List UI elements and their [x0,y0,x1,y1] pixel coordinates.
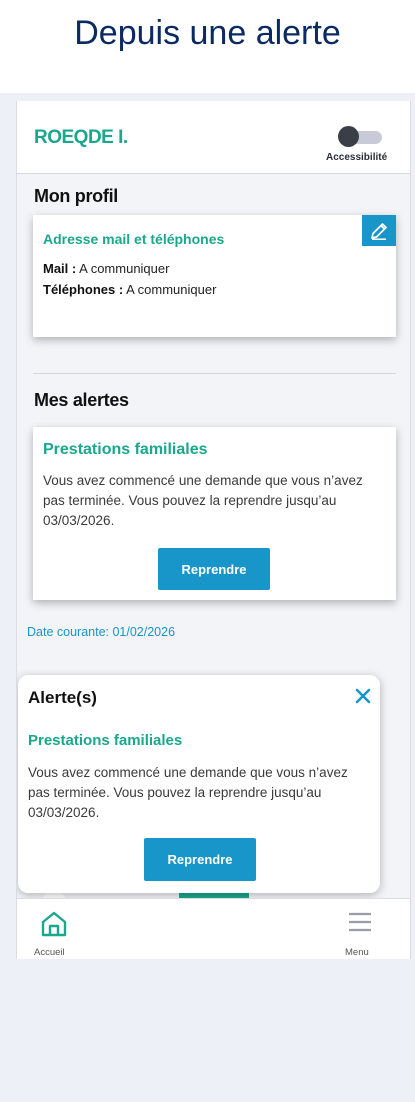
alert-text: Vous avez commencé une demande que vous … [43,473,363,528]
popup-resume-button[interactable]: Reprendre [144,838,256,881]
app-header: ROEQDE I. Accessibilité [17,101,410,174]
edit-profile-button[interactable] [362,215,396,246]
popup-title: Alerte(s) [28,688,97,707]
mail-value: A communiquer [76,261,170,276]
nav-home-label[interactable]: Accueil [34,947,65,958]
alerts-section-title: Mes alertes [34,390,129,410]
popup-heading: Prestations familiales [28,732,183,749]
popup-text: Vous avez commencé une demande que vous … [28,765,348,820]
bottom-navigation: Accueil Menu [17,898,410,959]
mail-line: Mail : A communiquer [43,261,169,276]
phone-line: Téléphones : A communiquer [43,282,216,297]
pencil-icon [371,222,387,240]
close-icon[interactable] [354,687,372,705]
resume-button[interactable]: Reprendre [158,548,270,590]
home-icon[interactable] [40,911,68,937]
accessibility-toggle[interactable] [338,126,384,148]
profile-card: Adresse mail et téléphones Mail : A comm… [33,215,396,337]
alert-popup: Alerte(s) Prestations familiales Vous av… [18,675,380,893]
current-date: Date courante: 01/02/2026 [27,625,176,639]
phone-value: A communiquer [123,282,217,297]
alert-heading: Prestations familiales [43,441,208,458]
phone-label: Téléphones : [43,282,124,297]
user-name: ROEQDE I. [34,127,128,148]
nav-menu-label[interactable]: Menu [345,947,369,958]
alert-card: Prestations familiales Vous avez commenc… [33,427,396,600]
hamburger-menu-icon[interactable] [348,911,372,933]
mail-label: Mail : [43,261,77,276]
accessibility-label: Accessibilité [326,152,388,163]
profile-section-title: Mon profil [34,186,118,206]
slide-title: Depuis une alerte [74,14,341,52]
contact-card-heading: Adresse mail et téléphones [43,231,225,247]
section-divider [33,373,396,374]
app-screen: ROEQDE I. Accessibilité Mon profil Adres… [16,101,411,959]
toggle-knob [338,126,359,147]
